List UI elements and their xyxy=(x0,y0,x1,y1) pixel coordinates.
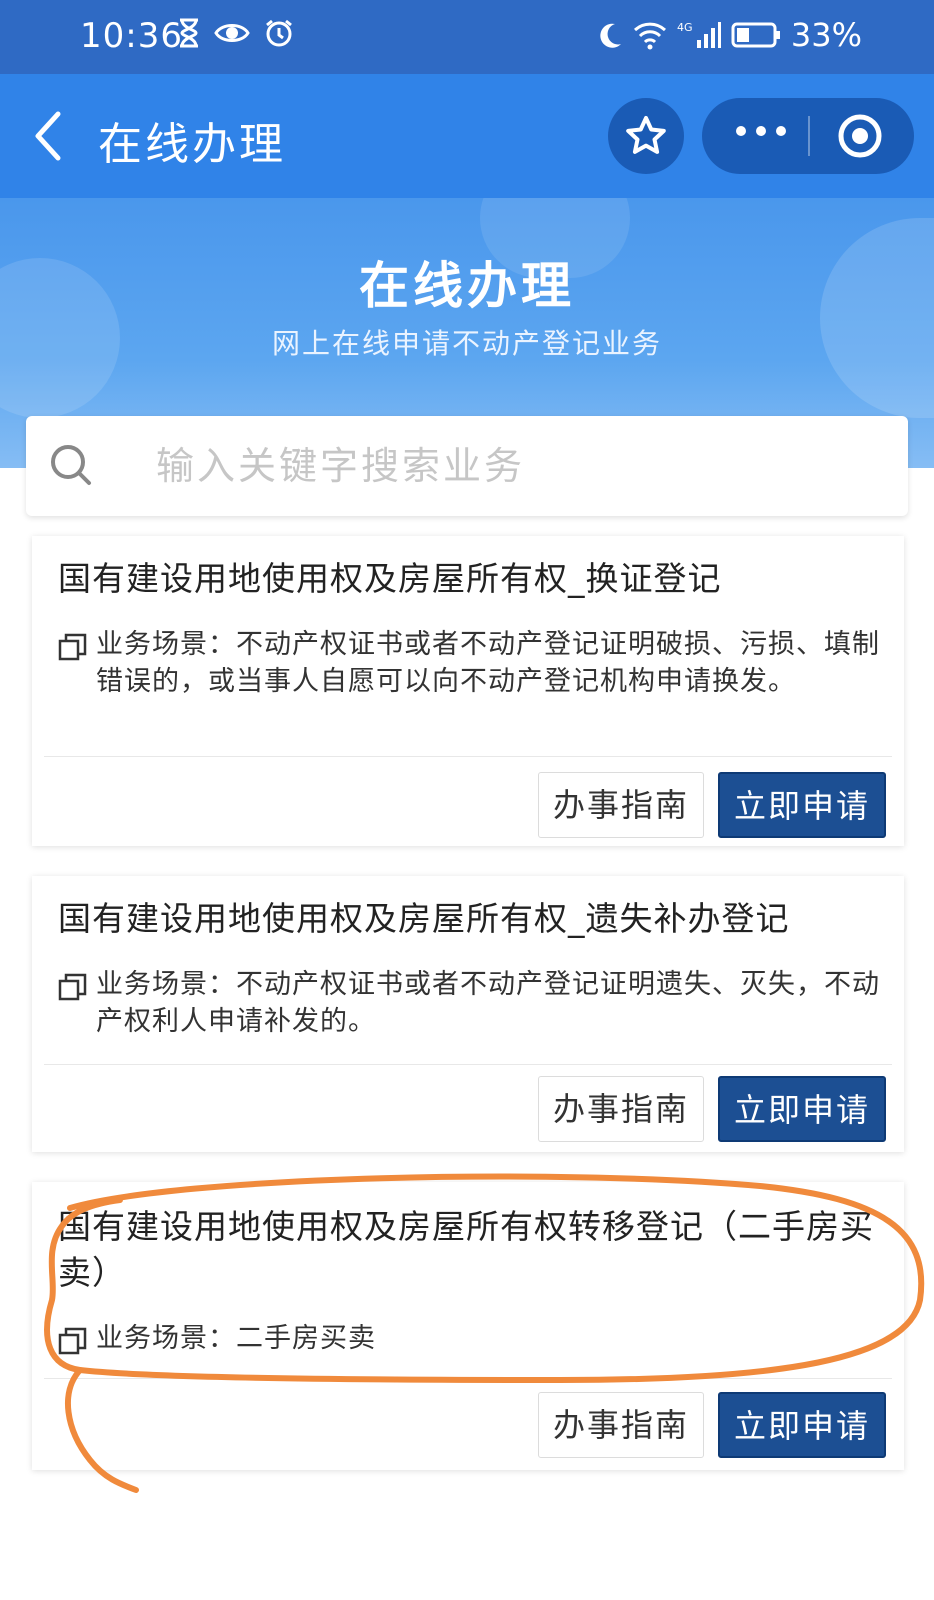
hourglass-icon xyxy=(180,18,198,48)
record-icon xyxy=(838,114,882,158)
status-left-icons xyxy=(178,18,294,48)
card-scene: 业务场景：二手房买卖 xyxy=(58,1320,898,1357)
status-right-icons: 4G 33% xyxy=(597,16,862,54)
back-button[interactable] xyxy=(32,110,64,166)
card-title: 国有建设用地使用权及房屋所有权_遗失补办登记 xyxy=(58,899,790,938)
network-type: 4G xyxy=(677,21,693,34)
guide-button[interactable]: 办事指南 xyxy=(538,1392,704,1458)
copy-icon xyxy=(58,633,87,661)
apply-button[interactable]: 立即申请 xyxy=(718,1392,886,1458)
search-bar xyxy=(26,416,908,516)
nav-title: 在线办理 xyxy=(98,119,286,170)
hero-subtitle: 网上在线申请不动产登记业务 xyxy=(271,327,662,360)
wifi-icon xyxy=(633,22,666,50)
card-title: 国有建设用地使用权及房屋所有权_换证登记 xyxy=(58,559,722,598)
guide-button[interactable]: 办事指南 xyxy=(538,1076,704,1142)
status-time: 10:36 xyxy=(80,16,183,56)
back-arrow-icon xyxy=(35,111,61,161)
mini-program-capsule xyxy=(702,98,914,174)
card-divider xyxy=(44,1378,892,1379)
search-input[interactable] xyxy=(156,436,856,496)
apply-button[interactable]: 立即申请 xyxy=(718,1076,886,1142)
card-title: 国有建设用地使用权及房屋所有权转移登记（二手房买卖） xyxy=(58,1207,874,1292)
copy-icon xyxy=(58,973,87,1001)
scene-text: 业务场景：不动产权证书或者不动产登记证明遗失、灭失，不动产权利人申请补发的。 xyxy=(96,969,880,1037)
star-icon xyxy=(626,116,666,154)
eye-icon xyxy=(214,24,250,42)
status-bar: 10:36 4G 33% xyxy=(0,0,934,74)
capsule-divider xyxy=(808,116,810,156)
card-scene: 业务场景：不动产权证书或者不动产登记证明遗失、灭失，不动产权利人申请补发的。 xyxy=(58,966,898,1040)
more-dots-icon[interactable] xyxy=(736,126,786,136)
service-card: 国有建设用地使用权及房屋所有权转移登记（二手房买卖） 业务场景：二手房买卖 办事… xyxy=(32,1182,904,1470)
alarm-icon xyxy=(266,19,292,47)
apply-button[interactable]: 立即申请 xyxy=(718,772,886,838)
battery-icon xyxy=(731,22,780,48)
moon-icon xyxy=(600,23,621,48)
favorite-button[interactable] xyxy=(608,98,684,174)
hero-title: 在线办理 xyxy=(359,257,575,315)
card-divider xyxy=(44,756,892,757)
scene-text: 业务场景：二手房买卖 xyxy=(96,1323,376,1354)
close-button[interactable] xyxy=(836,112,884,164)
card-divider xyxy=(44,1064,892,1065)
service-card: 国有建设用地使用权及房屋所有权_遗失补办登记 业务场景：不动产权证书或者不动产登… xyxy=(32,876,904,1152)
search-icon xyxy=(48,442,96,494)
copy-icon xyxy=(58,1327,87,1355)
service-card: 国有建设用地使用权及房屋所有权_换证登记 业务场景：不动产权证书或者不动产登记证… xyxy=(32,536,904,846)
battery-percent: 33% xyxy=(790,16,862,54)
nav-bar: 在线办理 xyxy=(0,74,934,198)
signal-icon: 4G xyxy=(677,21,721,48)
guide-button[interactable]: 办事指南 xyxy=(538,772,704,838)
scene-text: 业务场景：不动产权证书或者不动产登记证明破损、污损、填制错误的，或当事人自愿可以… xyxy=(96,629,880,697)
card-scene: 业务场景：不动产权证书或者不动产登记证明破损、污损、填制错误的，或当事人自愿可以… xyxy=(58,626,898,700)
